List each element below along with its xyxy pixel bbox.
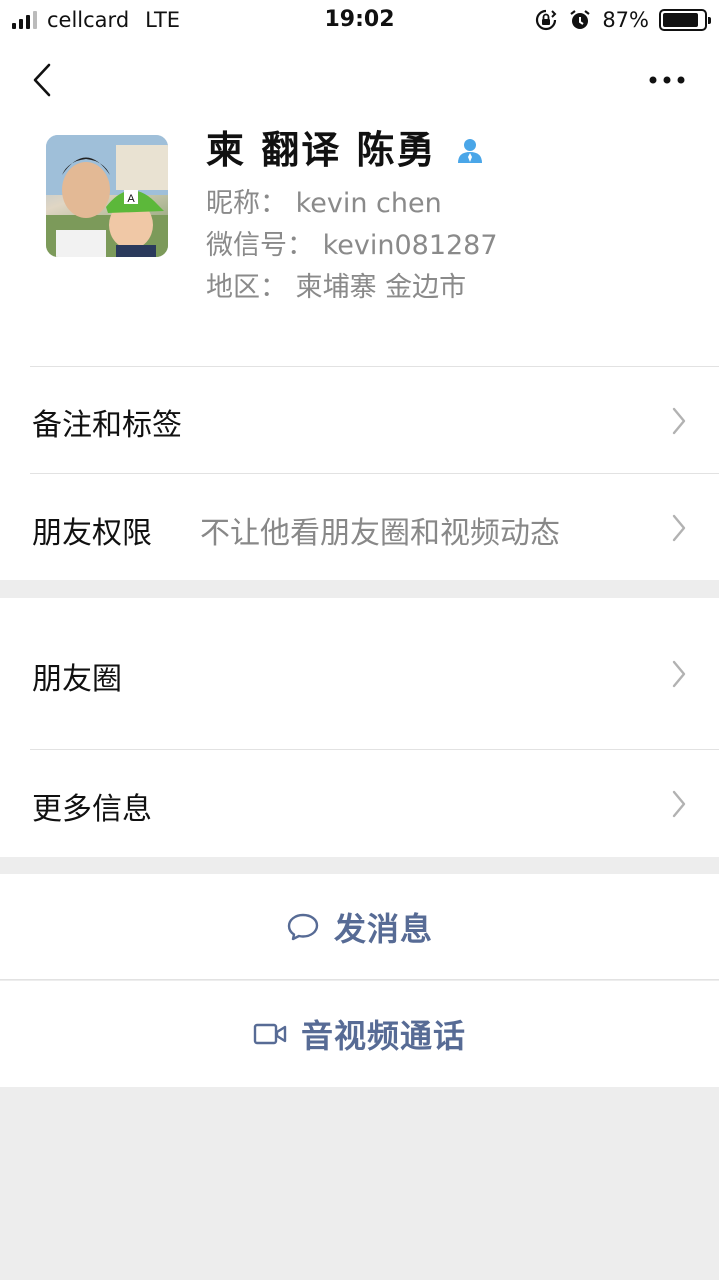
svg-text:A: A: [127, 193, 135, 205]
avatar[interactable]: A: [46, 135, 168, 257]
display-name: 柬 翻译 陈勇: [206, 128, 437, 172]
row-friend-permission[interactable]: 朋友权限 不让他看朋友圈和视频动态: [0, 474, 719, 580]
chevron-left-icon: [33, 63, 51, 97]
chevron-right-icon: [672, 407, 686, 435]
wechat-id: 微信号： kevin081287: [206, 230, 498, 261]
orientation-lock-icon: [536, 9, 557, 31]
row-remark-tags[interactable]: 备注和标签: [0, 368, 719, 474]
row-label: 更多信息: [32, 792, 152, 827]
ellipsis-icon: [649, 76, 685, 84]
battery-fill: [663, 13, 698, 27]
send-message-label: 发消息: [333, 910, 433, 948]
divider: [0, 979, 719, 980]
chevron-right-icon: [672, 660, 686, 688]
row-label: 朋友圈: [32, 662, 122, 697]
profile-header: A 柬 翻译 陈勇 昵称： kevin chen 微信号： kevin08128…: [0, 120, 719, 368]
video-camera-icon: [253, 1023, 287, 1045]
battery-icon: [659, 9, 711, 31]
status-bar: cellcard LTE 19:02 87%: [0, 0, 719, 40]
region: 地区： 柬埔寨 金边市: [206, 272, 467, 303]
avatar-photo: A: [46, 135, 168, 257]
video-call-button[interactable]: 音视频通话: [0, 981, 719, 1087]
alarm-icon: [570, 10, 590, 29]
status-bar-right: 87%: [534, 8, 711, 32]
back-button[interactable]: [24, 58, 60, 102]
more-button[interactable]: [645, 68, 689, 92]
send-message-button[interactable]: 发消息: [0, 874, 719, 980]
video-call-label: 音视频通话: [300, 1017, 466, 1055]
row-moments[interactable]: 朋友圈: [0, 598, 719, 750]
chat-bubble-icon: [287, 913, 319, 941]
divider: [30, 366, 719, 367]
chevron-right-icon: [672, 514, 686, 542]
row-label: 备注和标签: [32, 408, 182, 443]
battery-percent: 87%: [602, 8, 649, 32]
nav-bar: [0, 40, 719, 120]
row-value: 不让他看朋友圈和视频动态: [200, 516, 560, 551]
nickname: 昵称： kevin chen: [206, 188, 442, 219]
person-icon: [458, 139, 483, 163]
name-row: 柬 翻译 陈勇: [206, 124, 484, 176]
chevron-right-icon: [672, 790, 686, 818]
row-more-info[interactable]: 更多信息: [0, 750, 719, 857]
row-label: 朋友权限: [32, 516, 152, 551]
